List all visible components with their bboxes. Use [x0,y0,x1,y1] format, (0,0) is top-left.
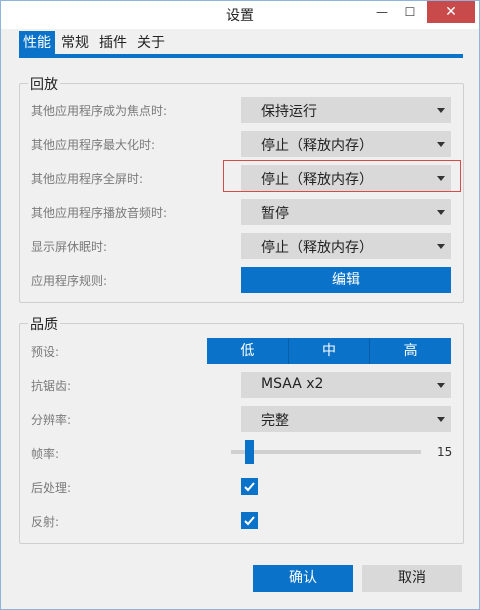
title-bar: 设置 — ☐ ✕ [1,1,479,29]
audio-label: 其他应用程序播放音频时: [31,206,168,220]
tab-bar: 性能 常规 插件 关于 [19,31,171,55]
chevron-down-icon [437,210,445,215]
sleep-dropdown-value: 停止（释放内存） [261,240,373,256]
checkmark-icon [244,516,255,526]
settings-window: 设置 — ☐ ✕ 性能 常规 插件 关于 回放 其他应用程序成为焦点时: 保持运… [0,0,480,610]
fps-slider-track[interactable] [231,450,421,454]
chevron-down-icon [437,142,445,147]
confirm-button[interactable]: 确认 [253,565,353,592]
antialias-label: 抗锯齿: [31,379,72,393]
preset-label: 预设: [31,345,60,359]
tab-about[interactable]: 关于 [133,31,169,55]
tab-underline [19,54,463,58]
preset-high[interactable]: 高 [370,338,452,364]
quality-group-title: 品质 [28,314,60,334]
tab-performance[interactable]: 性能 [19,31,55,55]
focus-label: 其他应用程序成为焦点时: [31,104,168,118]
resolution-dropdown-value: 完整 [261,413,289,429]
chevron-down-icon [437,383,445,388]
fps-slider-thumb[interactable] [245,440,254,464]
reflection-checkbox[interactable] [241,512,258,529]
resolution-label: 分辨率: [31,413,72,427]
focus-dropdown-value: 保持运行 [261,104,317,120]
preset-selector: 低 中 高 [207,338,452,364]
cancel-button[interactable]: 取消 [362,565,462,592]
maximize-label: 其他应用程序最大化时: [31,138,156,152]
maximize-dropdown[interactable]: 停止（释放内存） [241,131,451,157]
fps-label: 帧率: [31,447,60,461]
postprocess-label: 后处理: [31,481,72,495]
maximize-dropdown-value: 停止（释放内存） [261,138,373,154]
audio-dropdown-value: 暂停 [261,206,289,222]
fps-value: 15 [437,445,453,459]
antialias-dropdown-value: MSAA x2 [261,376,324,392]
resolution-dropdown[interactable]: 完整 [241,406,451,432]
close-icon[interactable]: ✕ [427,1,475,23]
audio-dropdown[interactable]: 暂停 [241,199,451,225]
preset-medium[interactable]: 中 [288,338,371,364]
preset-low[interactable]: 低 [207,338,289,364]
chevron-down-icon [437,417,445,422]
tab-general[interactable]: 常规 [57,31,93,55]
edit-rules-button[interactable]: 编辑 [241,267,451,293]
checkmark-icon [244,482,255,492]
reflection-label: 反射: [31,515,60,529]
sleep-dropdown[interactable]: 停止（释放内存） [241,233,451,259]
chevron-down-icon [437,244,445,249]
chevron-down-icon [437,108,445,113]
playback-group-title: 回放 [28,74,60,94]
focus-dropdown[interactable]: 保持运行 [241,97,451,123]
maximize-icon[interactable]: ☐ [393,1,427,23]
antialias-dropdown[interactable]: MSAA x2 [241,372,451,398]
postprocess-checkbox[interactable] [241,478,258,495]
highlight-box [223,160,461,192]
tab-plugins[interactable]: 插件 [95,31,131,55]
sleep-label: 显示屏休眠时: [31,240,108,254]
rules-label: 应用程序规则: [31,274,108,288]
fullscreen-label: 其他应用程序全屏时: [31,172,144,186]
